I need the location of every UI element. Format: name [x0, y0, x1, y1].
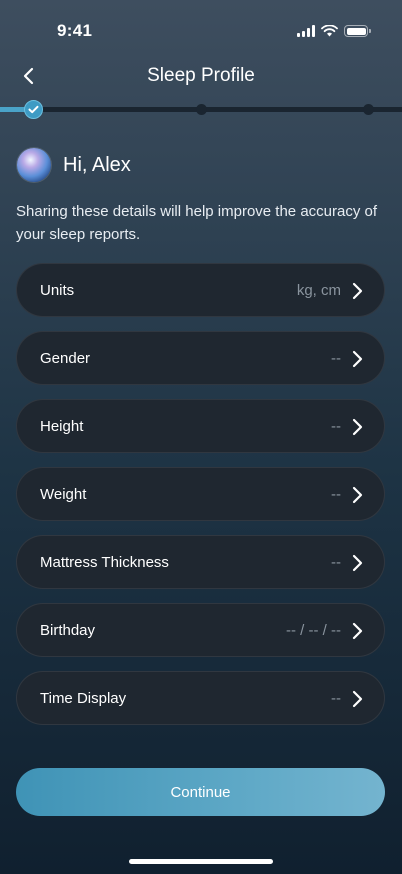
- row-birthday[interactable]: Birthday -- / -- / --: [16, 603, 385, 657]
- row-value: -- / -- / --: [286, 621, 341, 639]
- row-value: --: [331, 417, 341, 435]
- chevron-right-icon: [352, 350, 363, 368]
- progress-step-2: [196, 104, 207, 115]
- chevron-right-icon: [352, 486, 363, 504]
- row-label: Units: [40, 281, 75, 299]
- row-gender[interactable]: Gender --: [16, 331, 385, 385]
- page-title: Sleep Profile: [147, 65, 255, 86]
- row-height[interactable]: Height --: [16, 399, 385, 453]
- status-bar: 9:41: [0, 0, 402, 60]
- row-units[interactable]: Units kg, cm: [16, 263, 385, 317]
- row-value: --: [331, 349, 341, 367]
- wifi-icon: [321, 25, 338, 37]
- row-value: kg, cm: [296, 281, 341, 299]
- progress-step-3: [363, 104, 374, 115]
- status-icons: [297, 25, 371, 37]
- cellular-signal-icon: [297, 25, 315, 37]
- row-label: Mattress Thickness: [40, 553, 169, 571]
- status-time: 9:41: [57, 21, 93, 40]
- greeting-text: Hi, Alex: [63, 153, 131, 176]
- chevron-right-icon: [352, 282, 363, 300]
- battery-icon: [344, 25, 371, 37]
- row-label: Time Display: [40, 689, 127, 707]
- row-value: --: [331, 553, 341, 571]
- home-indicator: [129, 859, 273, 864]
- row-value: --: [331, 689, 341, 707]
- chevron-right-icon: [352, 690, 363, 708]
- greeting: Hi, Alex: [17, 148, 131, 182]
- profile-field-list: Units kg, cm Gender -- Height -- Weight …: [16, 263, 385, 739]
- avatar: [17, 148, 51, 182]
- row-value: --: [331, 485, 341, 503]
- row-label: Height: [40, 417, 84, 435]
- checkmark-icon: [28, 105, 39, 114]
- progress-stepper: [0, 100, 402, 120]
- continue-button[interactable]: Continue: [16, 768, 385, 816]
- row-label: Gender: [40, 349, 91, 367]
- chevron-right-icon: [352, 622, 363, 640]
- chevron-right-icon: [352, 418, 363, 436]
- chevron-right-icon: [352, 554, 363, 572]
- row-mattress-thickness[interactable]: Mattress Thickness --: [16, 535, 385, 589]
- progress-step-completed: [24, 100, 43, 119]
- nav-bar: Sleep Profile: [0, 56, 402, 96]
- row-label: Weight: [40, 485, 87, 503]
- intro-text: Sharing these details will help improve …: [16, 203, 378, 243]
- row-weight[interactable]: Weight --: [16, 467, 385, 521]
- row-time-display[interactable]: Time Display --: [16, 671, 385, 725]
- row-label: Birthday: [40, 621, 96, 639]
